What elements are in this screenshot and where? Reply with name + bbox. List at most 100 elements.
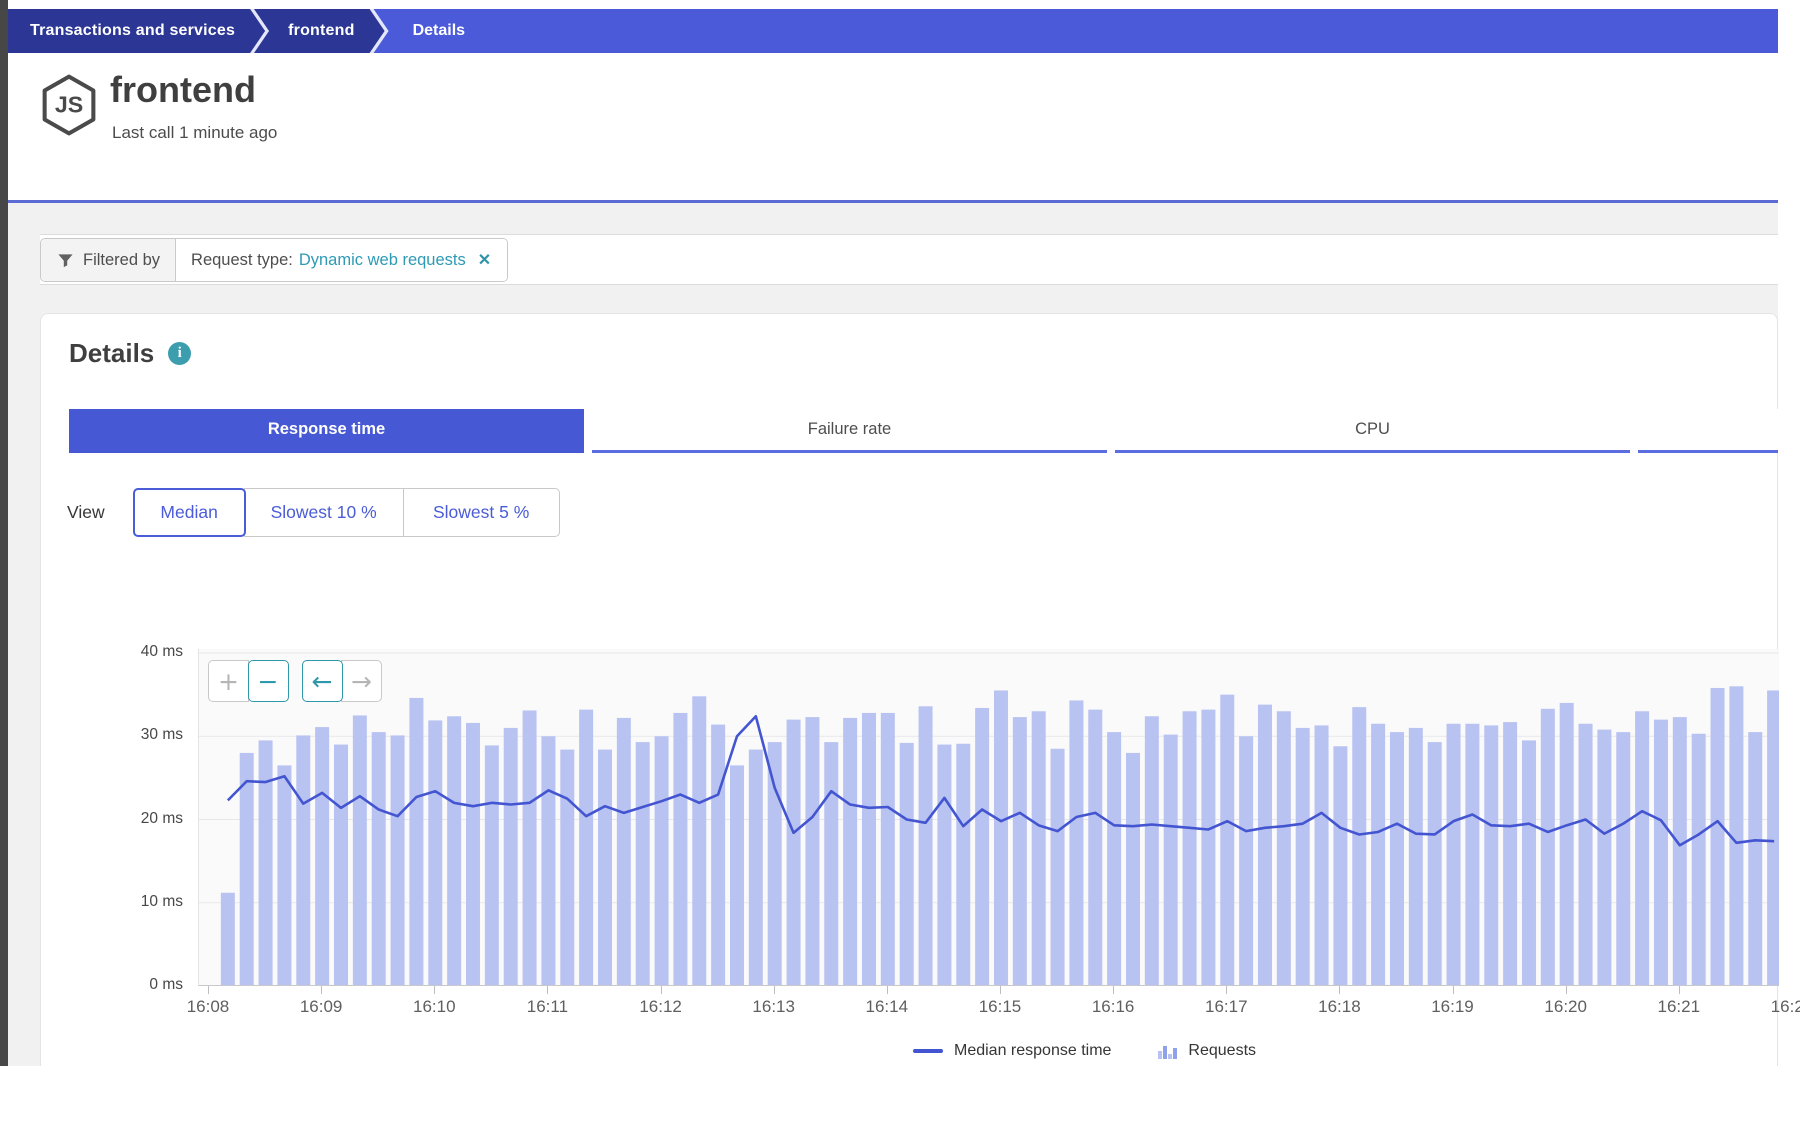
chart-plot-area[interactable] bbox=[198, 649, 1779, 986]
x-axis-label: 16:14 bbox=[847, 997, 927, 1017]
x-axis-label: 16:10 bbox=[394, 997, 474, 1017]
requests-bar bbox=[711, 725, 725, 986]
requests-bar bbox=[919, 706, 933, 986]
x-axis-tick bbox=[1679, 986, 1680, 994]
requests-bar bbox=[1522, 740, 1536, 986]
requests-bar bbox=[1654, 720, 1668, 986]
requests-bar bbox=[1371, 724, 1385, 986]
response-time-chart: 40 ms30 ms20 ms10 ms0 ms + − ← → 16:0816… bbox=[198, 649, 1779, 986]
x-axis-label: 16:17 bbox=[1186, 997, 1266, 1017]
service-header: JS frontend Last call 1 minute ago bbox=[8, 53, 1778, 200]
requests-bar bbox=[541, 736, 555, 986]
x-axis-label: 16:12 bbox=[621, 997, 701, 1017]
x-axis-tick bbox=[1339, 986, 1340, 994]
tab-response-time[interactable]: Response time bbox=[69, 409, 584, 453]
y-axis-label: 30 ms bbox=[41, 726, 183, 744]
filter-funnel-icon bbox=[57, 252, 74, 269]
x-axis-label: 16:16 bbox=[1073, 997, 1153, 1017]
median-line-legend-icon bbox=[913, 1049, 943, 1053]
tab-failure-rate[interactable]: Failure rate bbox=[592, 409, 1107, 453]
breadcrumb-label: Transactions and services bbox=[30, 22, 235, 40]
filter-band: Filtered by Request type: Dynamic web re… bbox=[40, 234, 1778, 285]
x-axis-label: 16:13 bbox=[734, 997, 814, 1017]
breadcrumb-item-frontend[interactable]: frontend bbox=[254, 9, 384, 53]
x-axis-ticks bbox=[198, 986, 1779, 995]
requests-bar bbox=[523, 710, 537, 986]
y-axis-label: 40 ms bbox=[41, 643, 183, 661]
requests-bar bbox=[1051, 749, 1065, 986]
details-card: Details i Response time Failure rate CPU… bbox=[40, 313, 1778, 1066]
requests-bar bbox=[1447, 724, 1461, 986]
zoom-in-button[interactable]: + bbox=[208, 660, 249, 702]
requests-bar bbox=[1333, 746, 1347, 986]
requests-bar bbox=[937, 745, 951, 986]
requests-bar bbox=[1277, 711, 1291, 986]
requests-bar bbox=[1164, 735, 1178, 986]
filtered-by: Filtered by bbox=[41, 239, 175, 281]
requests-bar bbox=[1748, 732, 1762, 986]
requests-bar bbox=[504, 728, 518, 986]
filter-group: Filtered by Request type: Dynamic web re… bbox=[40, 238, 508, 282]
requests-bar bbox=[221, 893, 235, 986]
breadcrumb-item-transactions-and-services[interactable]: Transactions and services bbox=[8, 9, 265, 53]
x-axis-tick bbox=[887, 986, 888, 994]
requests-bar bbox=[787, 720, 801, 986]
requests-bar bbox=[1767, 690, 1779, 986]
info-icon[interactable]: i bbox=[168, 342, 191, 365]
requests-bar bbox=[1635, 711, 1649, 986]
view-option-median[interactable]: Median bbox=[133, 488, 246, 537]
requests-bar bbox=[259, 740, 273, 986]
pan-back-button[interactable]: ← bbox=[302, 660, 343, 702]
x-axis-tick bbox=[208, 986, 209, 994]
chip-remove-icon[interactable]: ✕ bbox=[478, 250, 491, 270]
x-axis-label: 16:08 bbox=[168, 997, 248, 1017]
chart-legend: Median response time Requests bbox=[913, 1038, 1256, 1064]
requests-bar bbox=[824, 742, 838, 986]
requests-bar bbox=[1201, 710, 1215, 986]
requests-bar bbox=[1711, 688, 1725, 986]
requests-bar bbox=[805, 717, 819, 986]
view-label: View bbox=[67, 502, 105, 523]
requests-bar bbox=[956, 744, 970, 986]
tab-partial[interactable] bbox=[1638, 409, 1778, 453]
content-background: Filtered by Request type: Dynamic web re… bbox=[8, 203, 1778, 1066]
section-heading: Details bbox=[69, 338, 154, 369]
x-axis-label: 16:18 bbox=[1299, 997, 1379, 1017]
nodejs-icon: JS bbox=[40, 73, 98, 137]
requests-bar bbox=[296, 735, 310, 986]
requests-bar bbox=[447, 716, 461, 986]
requests-bar bbox=[391, 735, 405, 986]
metric-tabs: Response time Failure rate CPU bbox=[69, 409, 1778, 453]
requests-bar bbox=[277, 765, 291, 986]
chip-prefix: Request type: bbox=[191, 251, 293, 270]
x-axis-tick bbox=[1566, 986, 1567, 994]
x-axis-tick bbox=[1226, 986, 1227, 994]
x-axis-label: 16:20 bbox=[1526, 997, 1606, 1017]
tab-cpu[interactable]: CPU bbox=[1115, 409, 1630, 453]
view-option-slowest-5[interactable]: Slowest 5 % bbox=[403, 488, 560, 537]
requests-bar bbox=[1183, 711, 1197, 986]
requests-bar bbox=[1013, 717, 1027, 986]
requests-bar bbox=[843, 718, 857, 986]
page-title: frontend bbox=[110, 69, 256, 111]
filter-chip-request-type[interactable]: Request type: Dynamic web requests ✕ bbox=[175, 239, 507, 281]
requests-bar bbox=[1484, 725, 1498, 986]
requests-bar bbox=[1503, 722, 1517, 986]
requests-bar bbox=[1541, 709, 1555, 986]
requests-bar bbox=[428, 720, 442, 986]
requests-bar bbox=[692, 696, 706, 986]
legend-median-label: Median response time bbox=[954, 1042, 1111, 1060]
svg-text:JS: JS bbox=[55, 92, 83, 118]
chip-value: Dynamic web requests bbox=[299, 251, 466, 270]
x-axis-tick bbox=[1113, 986, 1114, 994]
last-call-status: Last call 1 minute ago bbox=[112, 123, 277, 143]
requests-bar bbox=[673, 713, 687, 986]
zoom-out-button[interactable]: − bbox=[248, 660, 289, 702]
breadcrumb-label: frontend bbox=[288, 22, 354, 40]
requests-bar bbox=[334, 745, 348, 986]
requests-bar bbox=[862, 713, 876, 986]
pan-forward-button[interactable]: → bbox=[341, 660, 382, 702]
view-option-slowest-10[interactable]: Slowest 10 % bbox=[244, 488, 404, 537]
requests-bars-legend-icon bbox=[1157, 1043, 1179, 1059]
requests-bar bbox=[1390, 732, 1404, 986]
